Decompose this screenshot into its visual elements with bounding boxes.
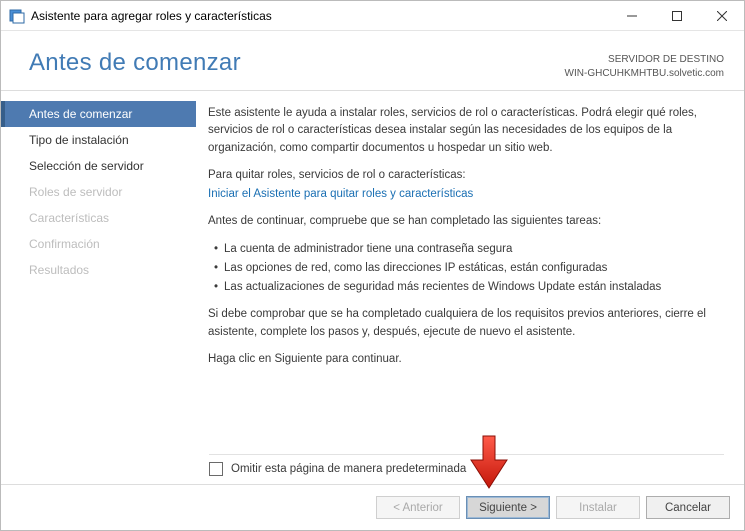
window-title: Asistente para agregar roles y caracterí… — [31, 9, 609, 23]
app-icon — [9, 8, 25, 24]
verify-text: Si debe comprobar que se ha completado c… — [208, 306, 718, 341]
destination-label: SERVIDOR DE DESTINO — [565, 53, 724, 67]
window-controls — [609, 1, 744, 30]
intro-text: Este asistente le ayuda a instalar roles… — [208, 105, 718, 157]
install-button: Instalar — [556, 496, 640, 519]
wizard-header: Antes de comenzar SERVIDOR DE DESTINO WI… — [1, 31, 744, 91]
wizard-footer: < Anterior Siguiente > Instalar Cancelar — [1, 484, 744, 530]
proceed-text: Haga clic en Siguiente para continuar. — [208, 351, 718, 368]
cancel-button[interactable]: Cancelar — [646, 496, 730, 519]
skip-page-label: Omitir esta página de manera predetermin… — [231, 463, 466, 475]
maximize-button[interactable] — [654, 1, 699, 31]
step-before-you-begin[interactable]: Antes de comenzar — [1, 101, 196, 127]
step-features: Características — [1, 205, 196, 231]
skip-page-checkbox[interactable] — [209, 462, 223, 476]
bullet-item: Las actualizaciones de seguridad más rec… — [214, 279, 718, 296]
step-server-roles: Roles de servidor — [1, 179, 196, 205]
content-divider — [209, 454, 724, 455]
destination-value: WIN-GHCUHKMHTBU.solvetic.com — [565, 67, 724, 81]
close-button[interactable] — [699, 1, 744, 31]
previous-button: < Anterior — [376, 496, 460, 519]
step-server-selection[interactable]: Selección de servidor — [1, 153, 196, 179]
remove-roles-link[interactable]: Iniciar el Asistente para quitar roles y… — [208, 188, 473, 200]
wizard-content: Este asistente le ayuda a instalar roles… — [196, 91, 744, 482]
destination-info: SERVIDOR DE DESTINO WIN-GHCUHKMHTBU.solv… — [565, 49, 724, 80]
step-installation-type[interactable]: Tipo de instalación — [1, 127, 196, 153]
before-heading: Antes de continuar, compruebe que se han… — [208, 213, 718, 230]
next-button[interactable]: Siguiente > — [466, 496, 550, 519]
page-title: Antes de comenzar — [29, 49, 241, 77]
step-confirmation: Confirmación — [1, 231, 196, 257]
step-results: Resultados — [1, 257, 196, 283]
skip-page-row: Omitir esta página de manera predetermin… — [209, 462, 466, 476]
wizard-steps-sidebar: Antes de comenzar Tipo de instalación Se… — [1, 91, 196, 482]
bullet-item: La cuenta de administrador tiene una con… — [214, 241, 718, 258]
bullet-item: Las opciones de red, como las direccione… — [214, 260, 718, 277]
titlebar: Asistente para agregar roles y caracterí… — [1, 1, 744, 31]
prereq-bullets: La cuenta de administrador tiene una con… — [214, 241, 718, 297]
remove-heading: Para quitar roles, servicios de rol o ca… — [208, 167, 718, 184]
minimize-button[interactable] — [609, 1, 654, 31]
